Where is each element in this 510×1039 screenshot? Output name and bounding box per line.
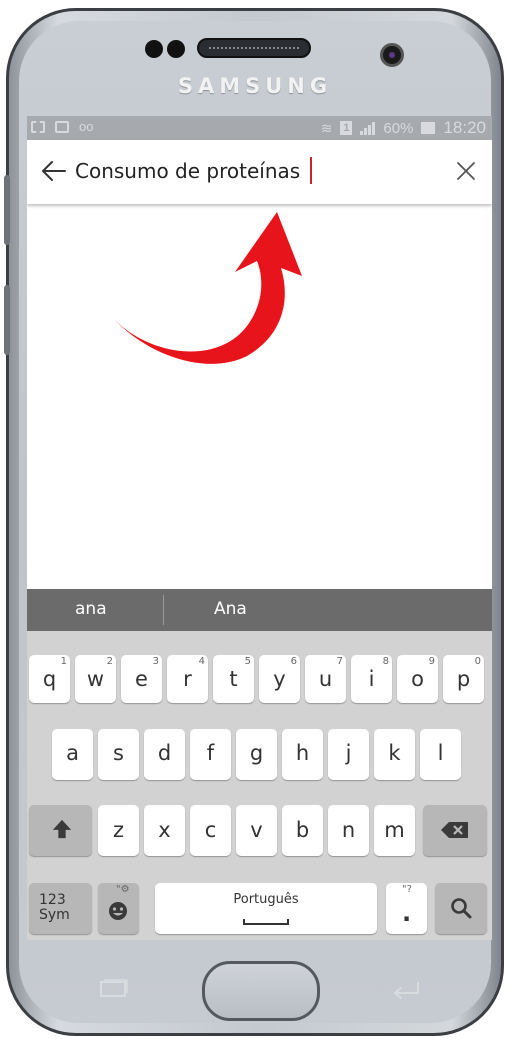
key-i[interactable]: 8i [351, 655, 392, 703]
shift-arrow-icon [52, 819, 72, 839]
key-x[interactable]: x [144, 805, 185, 856]
key-d[interactable]: d [144, 729, 185, 780]
battery-icon [421, 122, 436, 134]
key-q[interactable]: 1q [29, 655, 70, 703]
wifi-icon: ≋ [320, 119, 333, 136]
suggestion-bar: ana Ana [27, 589, 492, 631]
recent-apps-icon[interactable] [98, 979, 128, 999]
key-v[interactable]: v [236, 805, 277, 856]
key-k[interactable]: k [374, 729, 415, 780]
space-bar-key[interactable]: Português [155, 883, 377, 934]
key-u[interactable]: 7u [305, 655, 346, 703]
screen: oo ≋ 1 60% 18:20 Consumo de proteínas an… [27, 116, 492, 940]
suggestion-item[interactable]: Ana [214, 599, 247, 619]
key-j[interactable]: j [328, 729, 369, 780]
key-y[interactable]: 6y [259, 655, 300, 703]
status-bar: oo ≋ 1 60% 18:20 [27, 116, 492, 140]
key-t[interactable]: 5t [213, 655, 254, 703]
period-key[interactable]: "? . [386, 883, 427, 934]
search-bar: Consumo de proteínas [27, 140, 492, 204]
voicemail-icon: oo [79, 119, 94, 134]
emoji-icon [109, 902, 127, 920]
language-label: Português [233, 892, 299, 907]
key-e[interactable]: 3e [121, 655, 162, 703]
key-n[interactable]: n [328, 805, 369, 856]
search-key[interactable] [435, 883, 487, 934]
key-g[interactable]: g [236, 729, 277, 780]
key-p[interactable]: 0p [443, 655, 484, 703]
divider [163, 595, 164, 625]
key-w[interactable]: 2w [75, 655, 116, 703]
key-r[interactable]: 4r [167, 655, 208, 703]
shift-key[interactable] [29, 805, 92, 856]
volume-down-button [4, 285, 10, 355]
backspace-key[interactable] [423, 805, 487, 856]
key-z[interactable]: z [98, 805, 139, 856]
volume-up-button [4, 175, 10, 245]
space-icon [243, 919, 289, 925]
home-button[interactable] [202, 961, 320, 1021]
back-arrow-icon[interactable] [41, 158, 67, 184]
gallery-icon [55, 120, 69, 133]
suggestion-item[interactable]: ana [75, 599, 107, 619]
symbols-key[interactable]: 123 Sym [29, 883, 92, 934]
sim-icon: 1 [340, 121, 353, 135]
key-l[interactable]: l [420, 729, 461, 780]
backspace-icon [441, 822, 468, 838]
front-camera [380, 43, 404, 67]
back-icon[interactable] [390, 977, 422, 1001]
earpiece-speaker [197, 38, 311, 58]
key-m[interactable]: m [374, 805, 415, 856]
key-s[interactable]: s [98, 729, 139, 780]
sensor-dot [145, 40, 163, 58]
brand-logo: SAMSUNG [177, 74, 333, 98]
text-cursor [310, 157, 313, 184]
sensor-dot [167, 40, 185, 58]
key-f[interactable]: f [190, 729, 231, 780]
emoji-key[interactable]: "⚙ [98, 883, 139, 934]
close-icon[interactable] [455, 160, 477, 182]
clock: 18:20 [443, 118, 486, 137]
search-query: Consumo de proteínas [75, 159, 301, 183]
keyboard: 1q 2w 3e 4r 5t 6y 7u 8i 9o 0p a s d f g … [27, 631, 492, 940]
key-o[interactable]: 9o [397, 655, 438, 703]
notification-icon [31, 120, 45, 133]
red-curved-arrow-icon [111, 212, 302, 364]
signal-icon [360, 121, 376, 135]
key-c[interactable]: c [190, 805, 231, 856]
key-h[interactable]: h [282, 729, 323, 780]
search-input[interactable]: Consumo de proteínas [75, 157, 313, 186]
key-b[interactable]: b [282, 805, 323, 856]
battery-percent: 60% [383, 119, 414, 137]
key-a[interactable]: a [52, 729, 93, 780]
search-icon [451, 898, 472, 919]
